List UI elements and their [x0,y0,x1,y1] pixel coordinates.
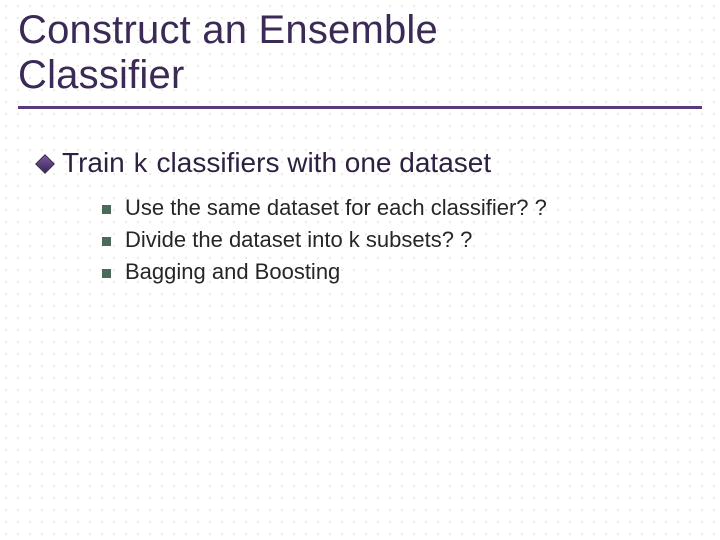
bullet-item: Train k classifiers with one dataset [38,147,702,181]
title-line-1: Construct an Ensemble [18,8,438,52]
slide-title: Construct an Ensemble Classifier [18,8,702,104]
square-bullet-icon [102,269,111,278]
title-line-2: Classifier [18,53,184,97]
bullet-suffix: classifiers with one dataset [149,147,491,178]
sub-bullet-text: Bagging and Boosting [125,259,340,285]
slide-content: Construct an Ensemble Classifier Train k… [0,0,720,285]
square-bullet-icon [102,237,111,246]
square-bullet-icon [102,205,111,214]
sub-bullet-text: Use the same dataset for each classifier… [125,195,547,221]
bullet-text: Train k classifiers with one dataset [62,147,491,181]
sub-bullet-list: Use the same dataset for each classifier… [102,195,702,285]
title-underline [18,106,702,109]
bullet-k: k [133,151,149,181]
diamond-bullet-icon [38,157,52,171]
list-item: Use the same dataset for each classifier… [102,195,702,221]
sub-bullet-text: Divide the dataset into k subsets? ? [125,227,472,253]
bullet-prefix: Train [62,147,133,178]
list-item: Bagging and Boosting [102,259,702,285]
list-item: Divide the dataset into k subsets? ? [102,227,702,253]
